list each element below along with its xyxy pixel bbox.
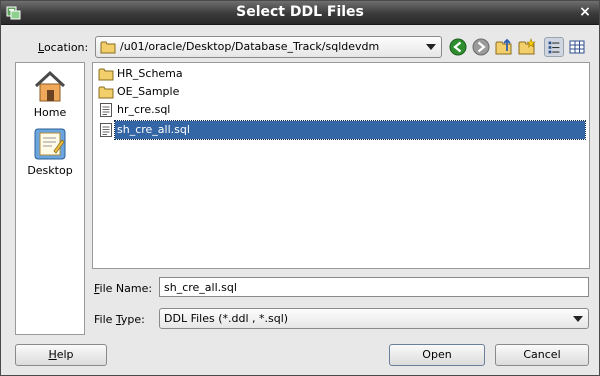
place-home-label: Home [33,106,67,119]
file-type-select[interactable]: DDL Files (*.ddl , *.sql) [159,308,589,329]
file-name-label: sh_cre_all.sql [114,120,586,140]
list-item-selected[interactable]: sh_cre_all.sql [95,120,587,140]
file-name-input[interactable] [159,277,589,297]
forward-icon[interactable] [471,37,491,57]
chevron-down-icon[interactable] [426,44,436,50]
file-type-label: File Type: [94,313,145,326]
folder-icon [98,68,114,81]
place-home[interactable]: Home [16,68,84,119]
back-icon[interactable] [448,37,468,57]
dialog-title: Select DDL Files [236,4,364,20]
details-view-icon[interactable] [567,37,587,57]
place-desktop-label: Desktop [27,164,73,177]
places-sidebar: Home Desktop [15,62,85,335]
sql-file-icon [100,103,112,117]
home-icon [34,70,66,102]
file-name-label: OE_Sample [117,85,180,98]
up-folder-icon[interactable] [494,37,514,57]
sql-file-icon [100,123,112,137]
file-type-value: DDL Files (*.ddl , *.sql) [164,312,289,325]
cancel-button[interactable]: Cancel [495,344,589,366]
file-name-label: hr_cre.sql [117,103,171,116]
desktop-icon [34,128,66,160]
folder-icon [100,41,116,54]
location-label: Location: [38,41,89,54]
title-bar[interactable]: Select DDL Files × [1,1,599,25]
list-item[interactable]: hr_cre.sql [95,101,587,119]
file-name-label: HR_Schema [117,67,183,80]
folder-icon [98,86,114,99]
open-button[interactable]: Open [389,344,485,366]
chevron-down-icon[interactable] [573,316,583,322]
location-value: /u01/oracle/Desktop/Database_Track/sqlde… [120,40,380,53]
list-item[interactable]: OE_Sample [95,83,587,101]
select-ddl-files-dialog: Select DDL Files × Location: /u01/oracle… [0,0,600,376]
list-view-icon[interactable] [544,37,564,57]
new-folder-icon[interactable] [517,37,537,57]
location-combobox[interactable]: /u01/oracle/Desktop/Database_Track/sqlde… [95,36,442,58]
list-item[interactable]: HR_Schema [95,65,587,83]
file-name-field-label: File Name: [94,282,153,295]
help-button[interactable]: Help [15,344,107,366]
file-list: HR_Schema OE_Sample hr_cre.sql sh_cre_al… [92,62,590,269]
place-desktop[interactable]: Desktop [16,126,84,177]
close-icon[interactable]: × [577,4,593,20]
